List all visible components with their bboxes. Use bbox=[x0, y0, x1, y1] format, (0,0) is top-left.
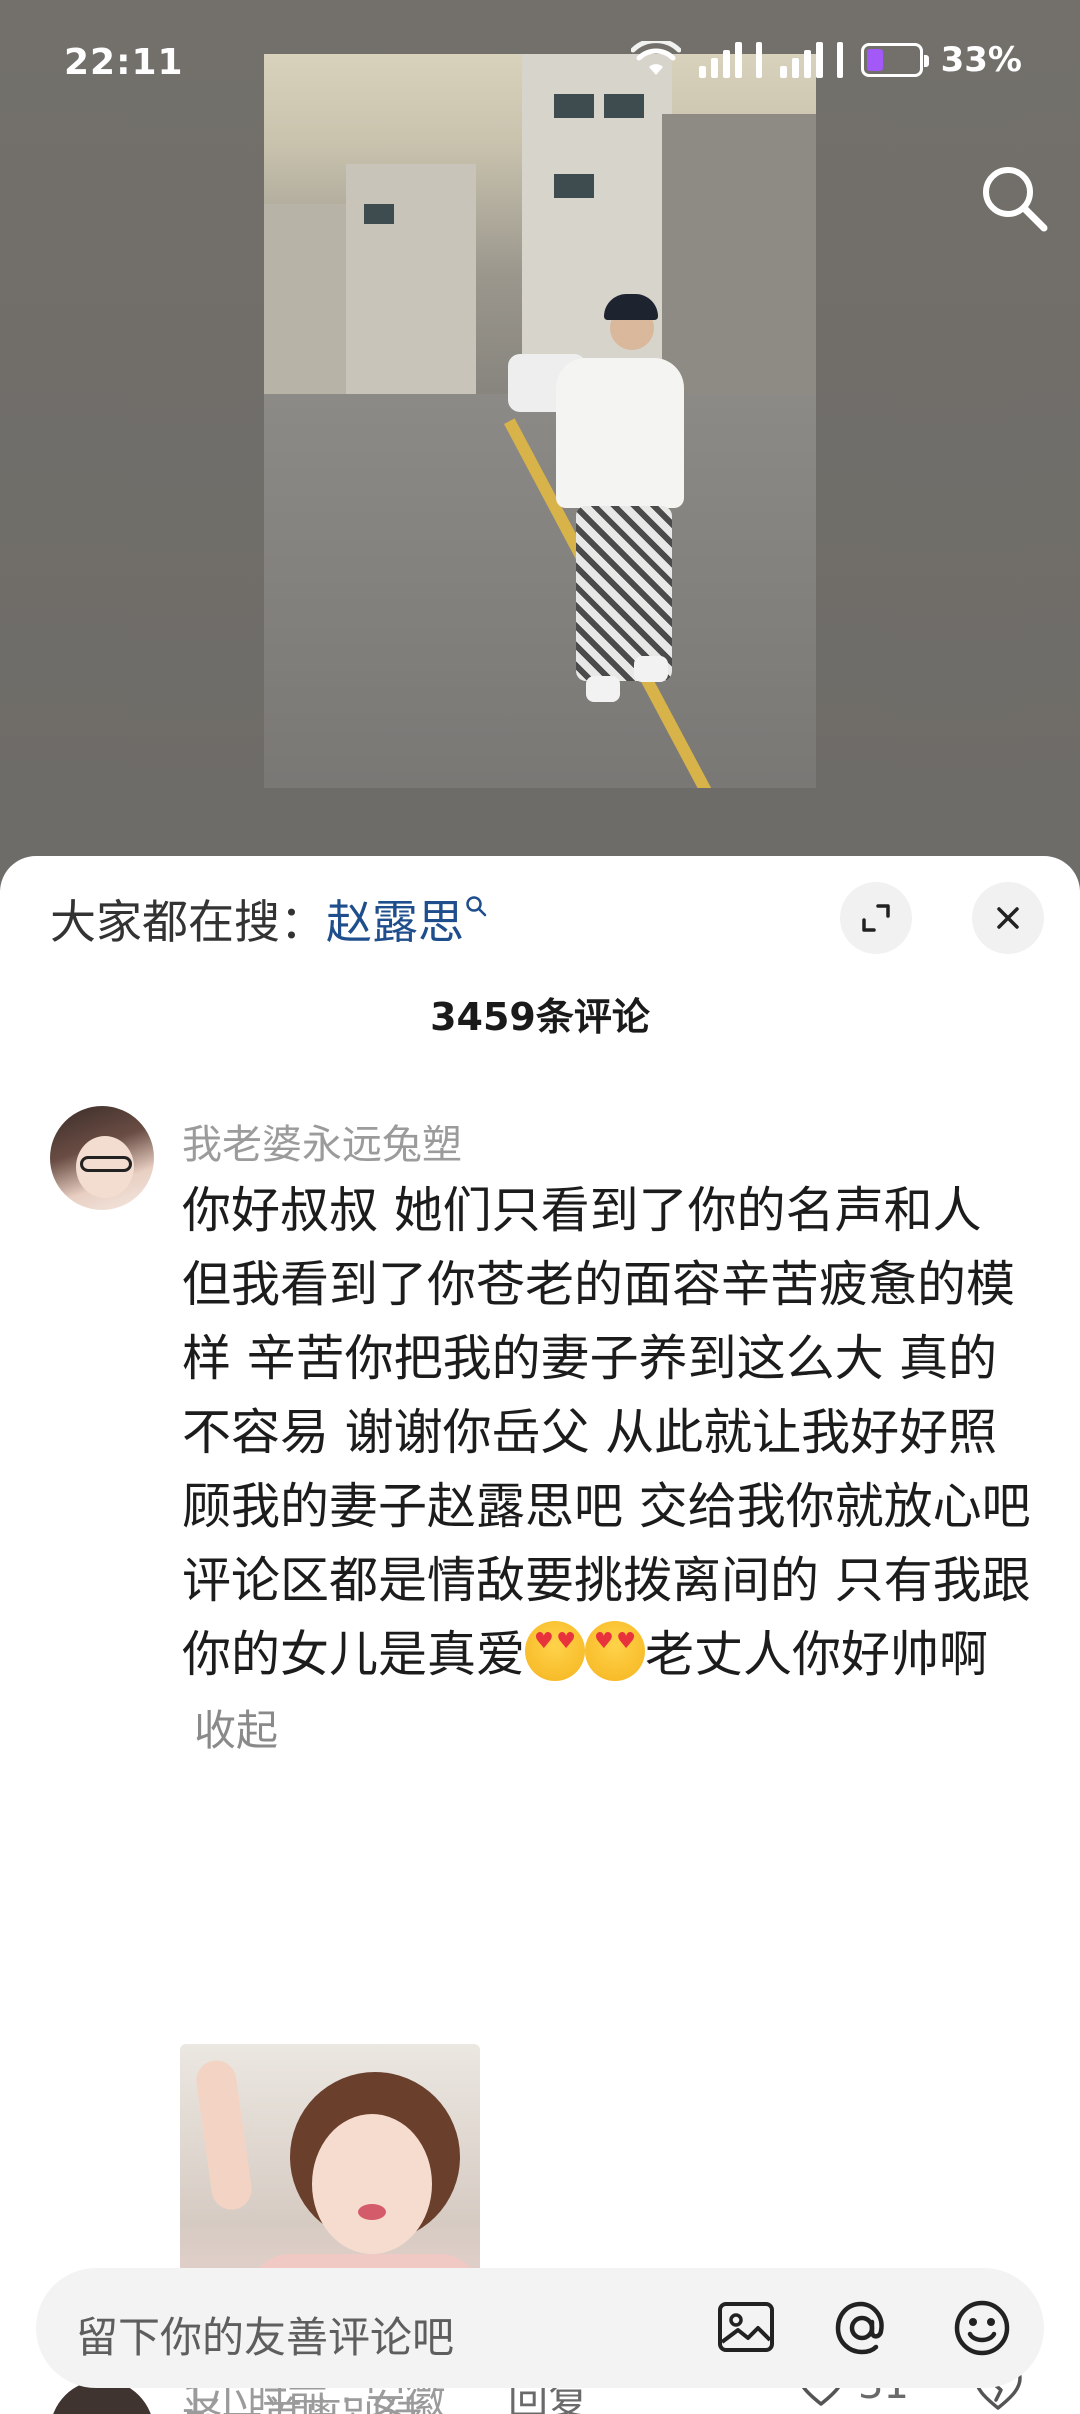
heart-eyes-emoji bbox=[585, 1621, 646, 1681]
at-icon[interactable] bbox=[830, 2296, 894, 2360]
status-bar: 22:11 33% bbox=[0, 0, 1080, 120]
heart-eyes-emoji bbox=[525, 1621, 586, 1681]
signal-icon bbox=[779, 42, 843, 78]
avatar-glasses bbox=[80, 1156, 132, 1172]
hot-search-keyword[interactable]: 赵露思 bbox=[326, 895, 464, 949]
comment-count-title: 3459条评论 bbox=[430, 995, 650, 1039]
photo-building bbox=[264, 204, 354, 424]
comment-input[interactable]: 留下你的友善评论吧 bbox=[36, 2268, 1044, 2388]
battery-level bbox=[866, 49, 884, 71]
image-figure bbox=[312, 2114, 432, 2254]
signal-icon bbox=[698, 42, 762, 78]
comment-body-tail: 老丈人你好帅啊 bbox=[645, 1626, 989, 1683]
emoji-icon[interactable] bbox=[950, 2296, 1014, 2360]
search-small-icon bbox=[466, 896, 487, 917]
video-frame[interactable] bbox=[264, 54, 816, 788]
photo-person bbox=[556, 358, 684, 508]
comment-username[interactable]: 我老婆永远兔塑 bbox=[182, 1112, 462, 1170]
hot-search-prefix: 大家都在搜： bbox=[50, 895, 326, 949]
battery-cap bbox=[923, 55, 929, 67]
comment-username[interactable]: 译一首离别诗 bbox=[182, 2384, 422, 2414]
status-icons: 33% bbox=[630, 40, 1022, 80]
photo-person bbox=[586, 676, 620, 702]
battery-icon bbox=[860, 43, 929, 77]
comment-text[interactable]: 你好叔叔 她们只看到了你的名声和人 但我看到了你苍老的面容辛苦疲惫的模样 辛苦你… bbox=[182, 1174, 1032, 1768]
close-button[interactable] bbox=[972, 882, 1044, 954]
collapse-link[interactable]: 收起 bbox=[194, 1706, 278, 1755]
photo-window bbox=[554, 174, 594, 198]
expand-button[interactable] bbox=[840, 882, 912, 954]
photo-road bbox=[264, 394, 816, 788]
search-icon[interactable] bbox=[976, 160, 1052, 236]
image-figure bbox=[358, 2204, 386, 2220]
battery-percent: 33% bbox=[940, 40, 1022, 80]
close-icon bbox=[997, 907, 1019, 929]
expand-icon bbox=[862, 904, 890, 932]
screen: 22:11 33% 大家都在搜：赵露思 3459条评论 我老婆永远兔塑 你好叔叔… bbox=[0, 0, 1080, 2414]
wifi-icon bbox=[630, 41, 681, 75]
photo-person bbox=[576, 506, 672, 681]
hot-search[interactable]: 大家都在搜：赵露思 bbox=[50, 886, 488, 952]
image-figure bbox=[193, 2057, 255, 2213]
status-time: 22:11 bbox=[64, 42, 184, 83]
comment-body: 你好叔叔 她们只看到了你的名声和人 但我看到了你苍老的面容辛苦疲惫的模样 辛苦你… bbox=[182, 1182, 1031, 1683]
photo-window bbox=[364, 204, 394, 224]
avatar[interactable] bbox=[50, 1106, 154, 1210]
comment-input-placeholder: 留下你的友善评论吧 bbox=[76, 2313, 455, 2362]
photo-building bbox=[346, 164, 476, 394]
image-icon[interactable] bbox=[714, 2296, 778, 2360]
comments-sheet: 大家都在搜：赵露思 3459条评论 我老婆永远兔塑 你好叔叔 她们只看到了你的名… bbox=[0, 856, 1080, 2414]
photo-person bbox=[634, 656, 668, 682]
